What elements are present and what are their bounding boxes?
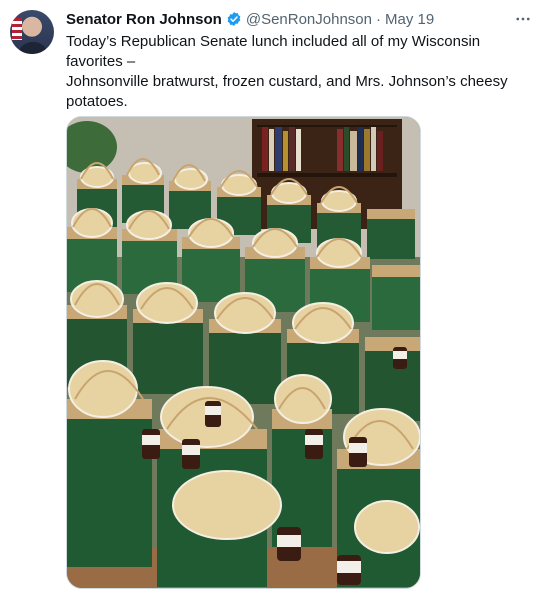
tweet-text-line: Johnsonville bratwurst, frozen custard, … bbox=[66, 73, 508, 110]
tweet-date[interactable]: May 19 bbox=[385, 11, 434, 28]
author-handle[interactable]: @SenRonJohnson bbox=[246, 11, 372, 28]
tweet-header: Senator Ron Johnson @SenRonJohnson · May… bbox=[66, 9, 533, 29]
header-separator: · bbox=[376, 10, 381, 28]
author-avatar[interactable] bbox=[10, 10, 54, 54]
verified-badge-icon bbox=[226, 11, 242, 27]
author-name[interactable]: Senator Ron Johnson bbox=[66, 11, 222, 28]
photo-illustration bbox=[67, 117, 420, 588]
more-horizontal-icon[interactable] bbox=[513, 9, 533, 29]
avatar-figure bbox=[18, 42, 48, 54]
flag-in-avatar bbox=[12, 18, 22, 40]
tweet-text-line: Today’s Republican Senate lunch included… bbox=[66, 33, 481, 70]
tweet-card[interactable]: Senator Ron Johnson @SenRonJohnson · May… bbox=[0, 0, 543, 600]
tweet-photo[interactable] bbox=[66, 116, 421, 589]
